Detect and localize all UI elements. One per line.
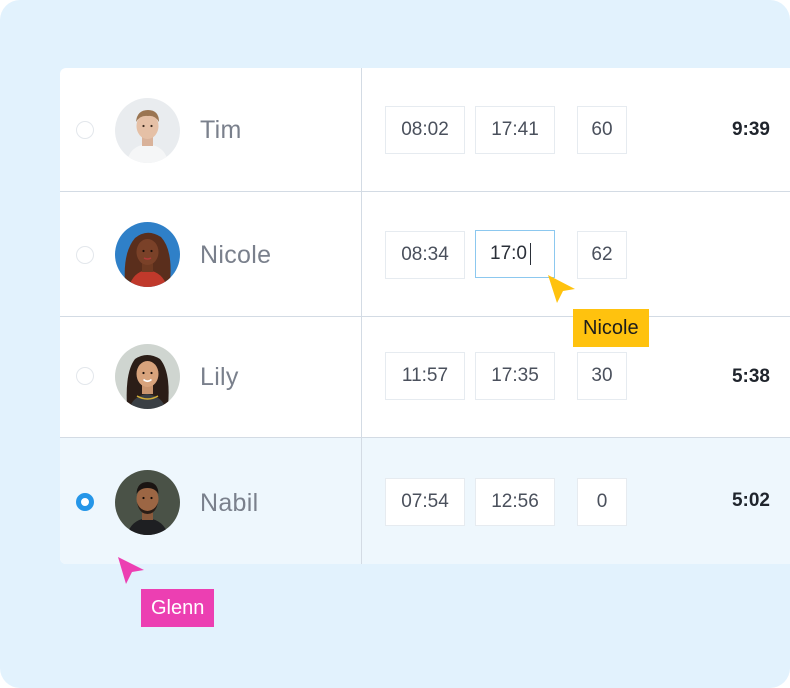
table-row-selected[interactable]: Nabil 07:54 12:56 0 5:02 [60,438,790,564]
table-row[interactable]: Lily 11:57 17:35 30 5:38 [60,317,790,438]
total-hours: 5:38 [731,366,770,387]
employee-name: Nabil [200,489,259,517]
nabil-avatar-photo [115,470,180,535]
collaborator-cursor-label: Glenn [141,589,215,627]
avatar [115,98,180,163]
end-time-input[interactable]: 17:35 [475,352,555,400]
start-time-input[interactable]: 07:54 [385,478,465,526]
total-hours: 5:02 [731,490,770,511]
employee-name: Tim [200,116,242,144]
start-time-input[interactable]: 08:34 [385,231,465,279]
row-select-radio[interactable] [76,367,94,385]
break-minutes-input[interactable]: 60 [577,106,627,154]
avatar [115,470,180,535]
break-minutes-input[interactable]: 0 [577,478,627,526]
column-divider [361,68,362,564]
employee-name: Lily [200,363,239,391]
end-time-input[interactable]: 17:41 [475,106,555,154]
timesheet-table: Tim 08:02 17:41 60 9:39 Nicole 08:34 17:… [60,68,790,564]
start-time-input[interactable]: 11:57 [385,352,465,400]
row-select-radio[interactable] [76,493,94,511]
end-time-value: 17:0 [490,243,527,264]
nicole-avatar-photo [115,222,180,287]
row-select-radio[interactable] [76,121,94,139]
table-row[interactable]: Nicole 08:34 17:0 62 [60,192,790,317]
cursor-arrow-icon [548,275,575,303]
text-caret [529,243,531,265]
end-time-input-active[interactable]: 17:0 [475,230,555,278]
start-time-input[interactable]: 08:02 [385,106,465,154]
end-time-input[interactable]: 12:56 [475,478,555,526]
total-hours: 9:39 [731,119,770,140]
employee-name: Nicole [200,241,272,269]
tim-avatar-photo [115,98,180,163]
lily-avatar-photo [115,344,180,409]
collaborator-cursor-label: Nicole [573,309,649,347]
app-frame: Tim 08:02 17:41 60 9:39 Nicole 08:34 17:… [0,0,790,688]
break-minutes-input[interactable]: 30 [577,352,627,400]
table-row[interactable]: Tim 08:02 17:41 60 9:39 [60,68,790,192]
break-minutes-input[interactable]: 62 [577,231,627,279]
cursor-arrow-icon [118,557,144,584]
avatar [115,222,180,287]
row-select-radio[interactable] [76,246,94,264]
avatar [115,344,180,409]
